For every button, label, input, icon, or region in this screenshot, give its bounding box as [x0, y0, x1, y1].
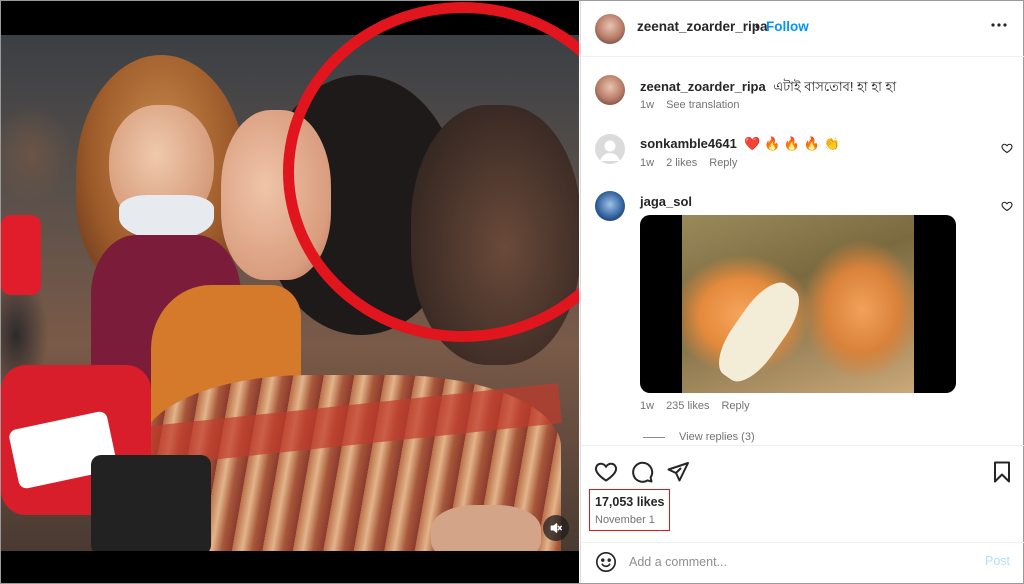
comment-line: sonkamble4641 ❤️ 🔥 🔥 🔥 👏: [640, 135, 840, 153]
comment-username[interactable]: jaga_sol: [640, 194, 692, 209]
commenter-avatar[interactable]: [595, 191, 625, 221]
comment-icon[interactable]: [630, 460, 654, 484]
speaker-muted-icon[interactable]: [543, 515, 569, 541]
hand: [431, 505, 541, 551]
microphone-dark: [91, 455, 211, 551]
post-date[interactable]: November 1: [595, 514, 655, 526]
author-avatar[interactable]: [595, 14, 625, 44]
post-button[interactable]: Post: [985, 554, 1010, 568]
comment-line: jaga_sol: [640, 193, 692, 211]
comment-meta: 1w 2 likes Reply: [640, 157, 749, 169]
caption-text: এটাই বাসতোব! হা হা হা: [773, 79, 897, 94]
comment-meta: 1w 235 likes Reply: [640, 400, 762, 412]
heart-icon[interactable]: [594, 460, 618, 484]
commenter-avatar[interactable]: [595, 134, 625, 164]
emoji-icon[interactable]: [595, 551, 617, 573]
caption-username[interactable]: zeenat_zoarder_ripa: [640, 79, 766, 94]
comment-gif[interactable]: [640, 215, 956, 393]
comment-username[interactable]: sonkamble4641: [640, 136, 737, 151]
face-mask: [119, 195, 214, 240]
comment-time[interactable]: 1w: [640, 400, 654, 412]
caption-line: zeenat_zoarder_ripa এটাই বাসতোব! হা হা হ…: [640, 78, 896, 99]
post-media[interactable]: [1, 1, 579, 583]
comment-input[interactable]: [629, 551, 959, 573]
post-header: zeenat_zoarder_ripa • Follow: [581, 1, 1024, 57]
caption-time[interactable]: 1w: [640, 99, 654, 111]
comment-text: ❤️ 🔥 🔥 🔥 👏: [744, 136, 840, 151]
comment-time[interactable]: 1w: [640, 157, 654, 169]
author-username[interactable]: zeenat_zoarder_ripa: [637, 19, 768, 34]
view-replies-button[interactable]: View replies (3): [679, 431, 755, 443]
more-horizontal-icon[interactable]: [989, 15, 1009, 35]
comment-likes[interactable]: 2 likes: [666, 157, 697, 169]
bookmark-icon[interactable]: [990, 460, 1014, 484]
add-comment-bar: Post: [581, 542, 1024, 583]
microphone-red-small: [1, 215, 41, 295]
send-icon[interactable]: [666, 460, 690, 484]
caption-avatar[interactable]: [595, 75, 625, 105]
post-panel: zeenat_zoarder_ripa • Follow zeenat_zoar…: [580, 1, 1024, 583]
comment-likes[interactable]: 235 likes: [666, 400, 709, 412]
likes-count[interactable]: 17,053 likes: [595, 495, 665, 509]
reply-button[interactable]: Reply: [721, 400, 749, 412]
post-actions: 17,053 likes November 1: [581, 445, 1024, 549]
replies-divider: [643, 437, 665, 438]
caption-meta: 1w See translation: [640, 99, 751, 111]
header-separator: •: [755, 18, 760, 34]
comment-like-icon[interactable]: [1001, 141, 1013, 154]
comment-like-icon[interactable]: [1001, 199, 1013, 212]
reply-button[interactable]: Reply: [709, 157, 737, 169]
see-translation-button[interactable]: See translation: [666, 99, 739, 111]
follow-button[interactable]: Follow: [766, 19, 809, 34]
comments-list[interactable]: zeenat_zoarder_ripa এটাই বাসতোব! হা হা হ…: [581, 57, 1024, 445]
